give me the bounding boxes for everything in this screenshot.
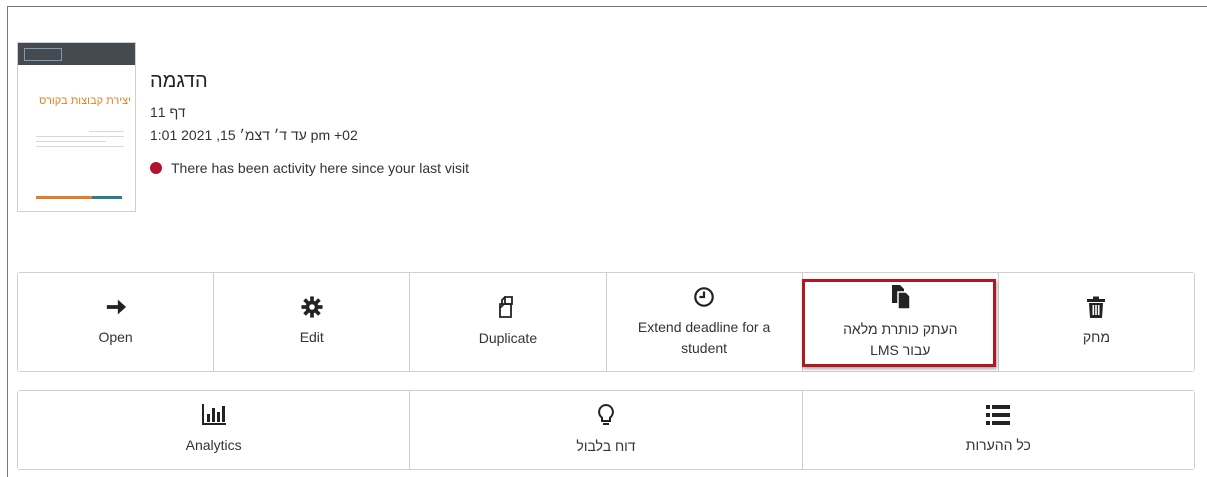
all-comments-button[interactable]: כל ההערות <box>802 391 1194 469</box>
document-thumbnail[interactable]: יצירת קבוצות בקורס <box>17 42 136 212</box>
arrow-right-icon <box>105 296 127 321</box>
deadline-text: 1:01 2021 ,15 עד ד׳ דצמ׳ pm +02 <box>150 127 358 143</box>
delete-label: מחק <box>1082 329 1110 345</box>
delete-button[interactable]: מחק <box>998 273 1195 371</box>
thumbnail-footer-bar <box>36 196 92 199</box>
copy-icon <box>496 295 520 322</box>
analytics-button[interactable]: Analytics <box>18 391 411 469</box>
activity-dot-icon <box>150 162 162 174</box>
thumbnail-title: יצירת קבוצות בקורס <box>39 95 131 107</box>
page-count: דף 11 <box>150 104 186 120</box>
duplicate-label: Duplicate <box>478 330 538 346</box>
document-title: הדגמה <box>150 70 208 92</box>
lightbulb-icon <box>597 403 615 430</box>
clock-icon <box>693 286 715 311</box>
all-comments-label: כל ההערות <box>965 437 1031 453</box>
actions-row-primary: Open Edit Duplicate Extend deadline for … <box>17 272 1195 372</box>
copy-lms-title-label: העתק כותרת מלאה עבור LMS <box>843 320 958 358</box>
gear-icon <box>301 296 323 321</box>
list-icon <box>986 404 1011 429</box>
thumbnail-logo <box>24 48 62 61</box>
extend-deadline-button[interactable]: Extend deadline for a student <box>606 273 803 371</box>
document-copy-icon <box>889 284 912 313</box>
analytics-label: Analytics <box>185 437 242 453</box>
thumbnail-text-lines <box>36 131 124 151</box>
activity-text: There has been activity here since your … <box>171 160 470 176</box>
copy-lms-title-button[interactable]: העתק כותרת מלאה עבור LMS <box>802 273 999 371</box>
edit-button[interactable]: Edit <box>214 273 411 371</box>
activity-notice: There has been activity here since your … <box>150 160 469 176</box>
thumbnail-footer-bar-accent <box>92 196 122 199</box>
confusion-report-label: דוח בלבול <box>576 438 636 454</box>
open-button[interactable]: Open <box>18 273 215 371</box>
actions-row-secondary: Analytics דוח בלבול כל ההערות <box>17 390 1195 470</box>
extend-deadline-label: Extend deadline for a student <box>637 318 771 356</box>
duplicate-button[interactable]: Duplicate <box>410 273 607 371</box>
edit-label: Edit <box>299 329 324 345</box>
trash-icon <box>1086 296 1106 321</box>
bar-chart-icon <box>201 404 227 429</box>
open-label: Open <box>98 329 133 345</box>
confusion-report-button[interactable]: דוח בלבול <box>410 391 803 469</box>
